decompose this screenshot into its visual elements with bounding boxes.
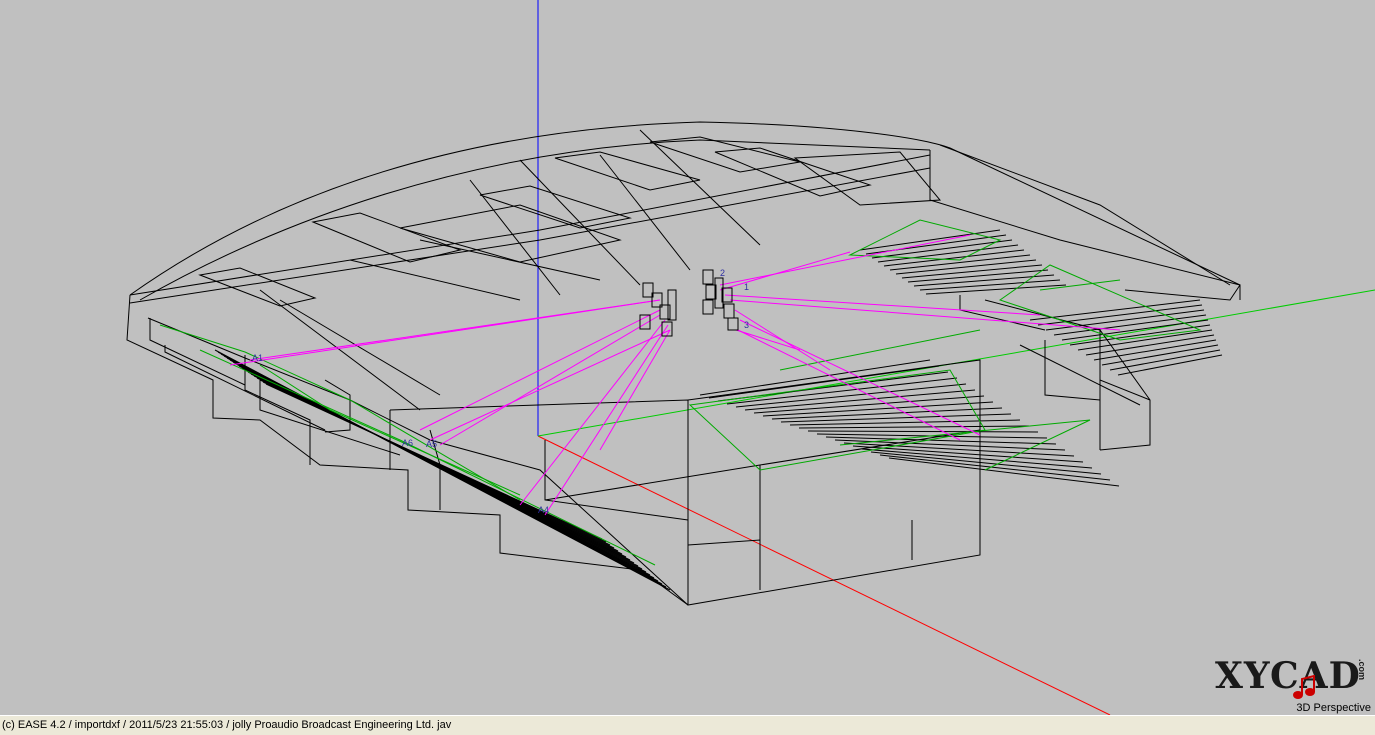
label-cluster-2: 2 <box>720 268 725 278</box>
seat-row-line <box>907 269 1049 283</box>
3d-viewport[interactable]: A1 A4 A5 A6 1 2 3 <box>0 0 1375 715</box>
speaker-labels: A1 A4 A5 A6 1 2 3 <box>252 268 749 515</box>
seat-row-line <box>1029 299 1201 321</box>
audience-areas <box>159 219 1202 566</box>
xycad-logo: XYCAD .com <box>1215 655 1367 700</box>
view-mode-label: 3D Perspective <box>1296 702 1371 714</box>
logo-suffix: .com <box>1357 659 1367 681</box>
venue-wireframe <box>126 121 1241 606</box>
label-a4: A4 <box>538 505 549 515</box>
seat-row-line <box>879 454 1111 481</box>
seat-row-line <box>1093 339 1217 361</box>
seat-row-line <box>919 279 1061 291</box>
seat-row-line <box>807 430 1039 433</box>
status-text: (c) EASE 4.2 / importdxf / 2011/5/23 21:… <box>2 719 452 731</box>
speaker-rays <box>229 234 1121 516</box>
wireframe-canvas[interactable]: A1 A4 A5 A6 1 2 3 <box>0 0 1375 715</box>
speaker-cluster-left[interactable] <box>639 282 677 337</box>
seat-row-line <box>1117 354 1223 376</box>
music-note-icon <box>1293 675 1315 699</box>
seat-row-line <box>1109 349 1221 371</box>
seat-row-line <box>1101 344 1219 366</box>
label-cluster-3: 3 <box>744 320 749 330</box>
x-axis <box>537 435 1111 715</box>
seat-row-line <box>871 239 1013 259</box>
label-a1: A1 <box>252 353 263 363</box>
status-bar: (c) EASE 4.2 / importdxf / 2011/5/23 21:… <box>0 715 1375 735</box>
seat-row-line <box>1061 319 1209 341</box>
axes <box>537 0 1375 715</box>
label-cluster-1: 1 <box>744 282 749 292</box>
seat-row-line <box>1037 304 1203 326</box>
seat-row-line <box>265 383 603 540</box>
seat-row-line <box>798 425 1030 429</box>
label-a5: A5 <box>426 439 437 449</box>
label-a6: A6 <box>402 438 413 448</box>
seat-row-line <box>1045 309 1205 331</box>
logo-wordmark: XYCAD <box>1215 655 1361 697</box>
